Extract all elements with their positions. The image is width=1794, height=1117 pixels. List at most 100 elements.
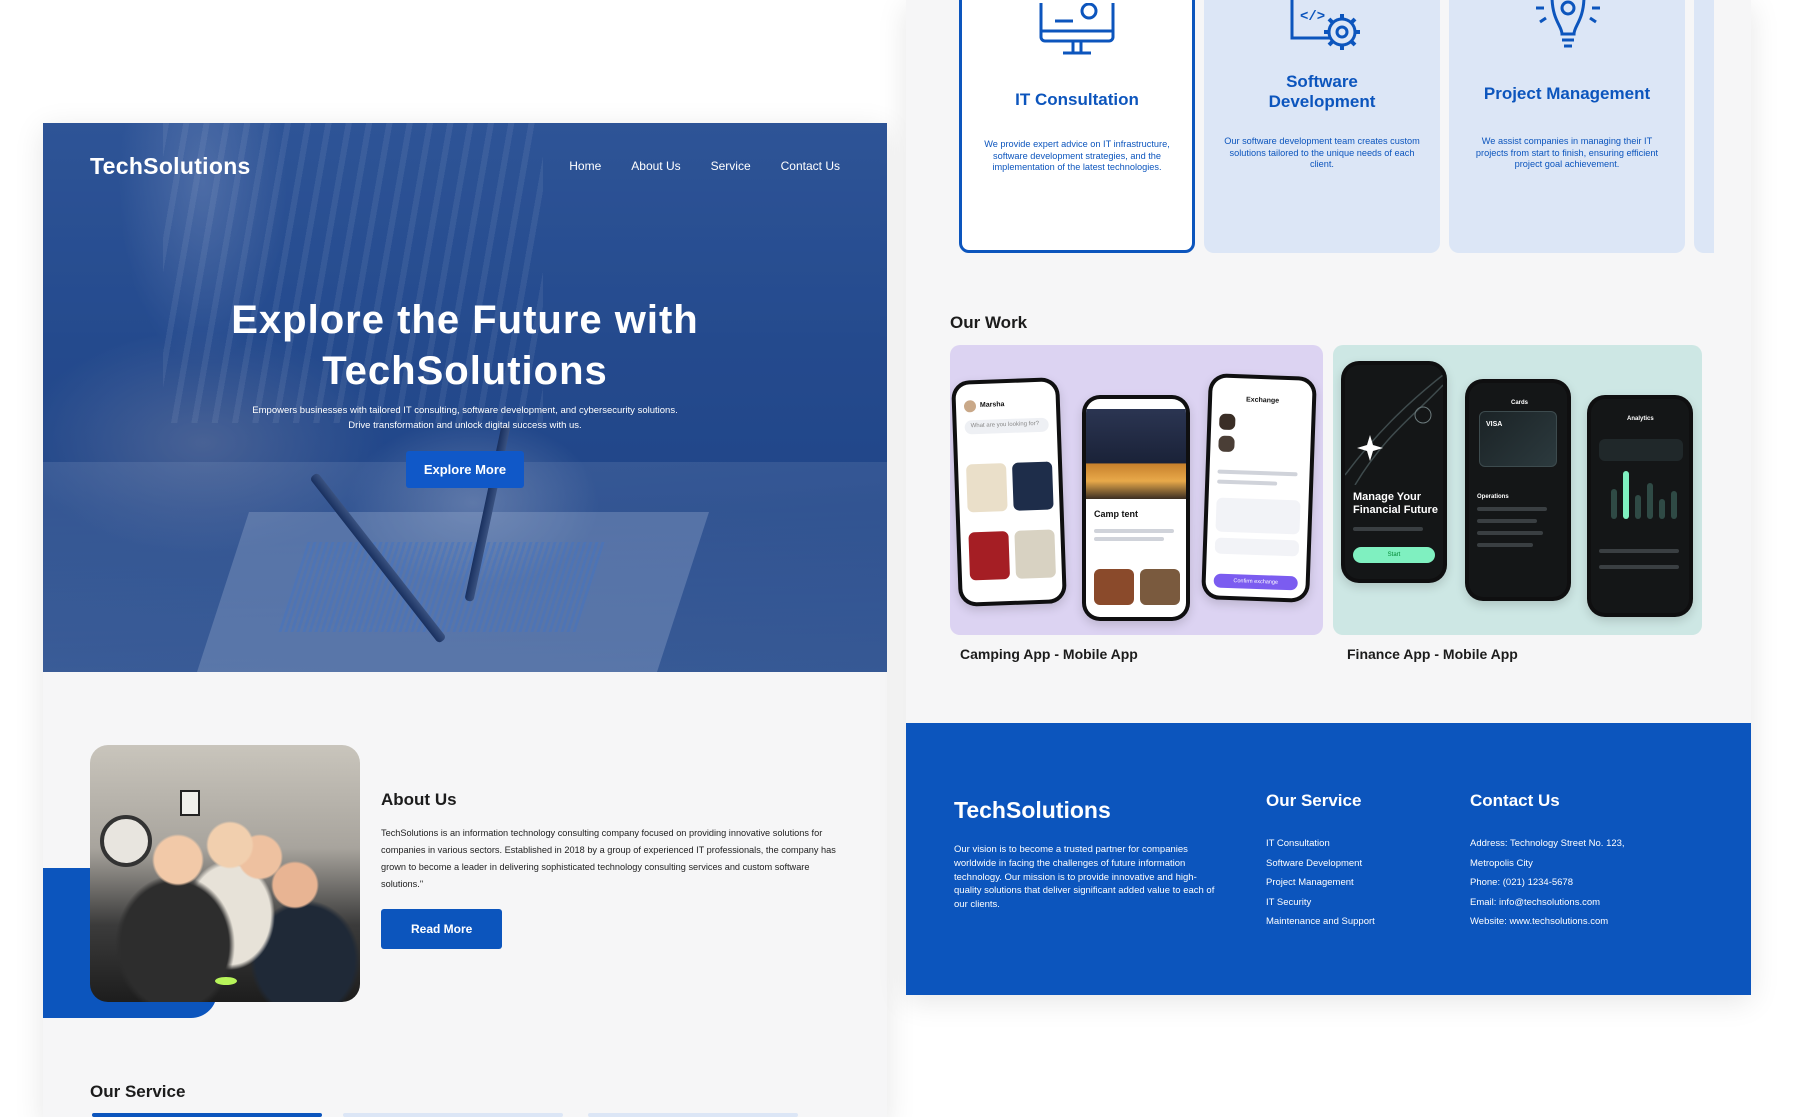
footer-service-list: IT Consultation Software Development Pro… xyxy=(1266,834,1375,932)
service-card-software-development[interactable]: </> Software Development Our software de… xyxy=(1204,0,1440,253)
svg-text:</>: </> xyxy=(1300,9,1325,25)
our-work-heading: Our Work xyxy=(950,313,1028,332)
nav-about[interactable]: About Us xyxy=(631,159,680,173)
explore-more-button[interactable]: Explore More xyxy=(405,451,525,488)
our-service-heading: Our Service xyxy=(90,1082,186,1101)
phone-screen: Camp tent xyxy=(1086,399,1186,617)
text-line xyxy=(1599,565,1679,569)
tent-image xyxy=(1086,409,1186,499)
work-label-finance[interactable]: Finance App - Mobile App xyxy=(1347,646,1518,662)
phone-mockup: Analytics xyxy=(1587,395,1693,617)
sparkle-graphic xyxy=(1345,375,1443,485)
footer-service-link[interactable]: IT Consultation xyxy=(1266,834,1375,854)
nav-service[interactable]: Service xyxy=(711,159,751,173)
about-section: About Us TechSolutions is an information… xyxy=(381,790,836,949)
about-team-photo xyxy=(90,745,360,1002)
hero-subtitle-line1: Empowers businesses with tailored IT con… xyxy=(252,405,678,416)
footer-website-label: Website: xyxy=(1470,916,1510,928)
phone-screen: Cards VISA Operations xyxy=(1469,383,1567,597)
footer-logo[interactable]: TechSolutions xyxy=(954,797,1111,824)
footer-service-link[interactable]: Software Development xyxy=(1266,854,1375,874)
greeting-text: Marsha xyxy=(979,401,1005,409)
visa-label: VISA xyxy=(1486,421,1503,428)
finance-headline: Manage Your Financial Future xyxy=(1353,491,1438,516)
work-card-camping[interactable]: Marsha What are you looking for? Camp te… xyxy=(950,345,1323,635)
cards-title: Cards xyxy=(1511,400,1529,406)
text-line xyxy=(1217,479,1278,486)
start-button: Start xyxy=(1353,547,1435,563)
text-line xyxy=(1477,531,1543,535)
footer-address-line1: Address: Technology Street No. 123, xyxy=(1470,838,1625,849)
search-field: What are you looking for? xyxy=(964,417,1049,435)
text-line xyxy=(1599,549,1679,553)
service-card-desc: We assist companies in managing their IT… xyxy=(1475,136,1659,169)
budget-box xyxy=(1599,439,1683,461)
lightbulb-gear-icon xyxy=(1536,0,1600,48)
service-card-title: Software Development xyxy=(1214,72,1430,112)
service-card-title: IT Consultation xyxy=(1015,90,1139,109)
service-card-border xyxy=(343,1113,563,1117)
text-line xyxy=(1353,527,1423,531)
hero-subtitle: Empowers businesses with tailored IT con… xyxy=(43,403,887,433)
phone-mockup: Manage Your Financial Future Start xyxy=(1341,361,1447,583)
product-title: Camp tent xyxy=(1094,509,1139,519)
nav-links: Home About Us Service Contact Us xyxy=(569,159,840,173)
wall-frame xyxy=(180,790,200,816)
about-body: TechSolutions is an information technolo… xyxy=(381,828,836,889)
hero-section: TechSolutions Home About Us Service Cont… xyxy=(43,123,887,672)
credit-card: VISA xyxy=(1479,411,1557,467)
phone-screen: Analytics xyxy=(1591,399,1689,613)
input-box xyxy=(1215,497,1301,535)
footer-service-link[interactable]: Project Management xyxy=(1266,873,1375,893)
product-tile xyxy=(968,531,1011,581)
footer-website-link[interactable]: www.techsolutions.com xyxy=(1509,916,1608,927)
hero-title: Explore the Future with TechSolutions xyxy=(43,295,887,397)
service-card-title-line2: Development xyxy=(1268,92,1376,111)
service-card-border xyxy=(588,1113,798,1117)
footer-phone: Phone: (021) 1234-5678 xyxy=(1470,877,1573,889)
service-card-border xyxy=(92,1113,322,1117)
phone-screen: Exchange Confirm exchange xyxy=(1205,377,1313,599)
text-line xyxy=(1477,507,1547,511)
analytics-bar xyxy=(1623,471,1629,519)
product-tile xyxy=(1011,461,1054,511)
service-card-it-consultation[interactable]: IT Consultation We provide expert advice… xyxy=(959,0,1195,253)
phone-screen: Manage Your Financial Future Start xyxy=(1345,365,1443,579)
analytics-bar xyxy=(1611,489,1617,519)
footer-service-link[interactable]: Maintenance and Support xyxy=(1266,912,1375,932)
monitor-gear-icon xyxy=(1039,3,1115,55)
text-line xyxy=(1094,537,1164,541)
site-logo[interactable]: TechSolutions xyxy=(90,153,251,180)
nav-home[interactable]: Home xyxy=(569,159,601,173)
table-light xyxy=(215,977,237,985)
work-card-finance[interactable]: Manage Your Financial Future Start Cards… xyxy=(1333,345,1702,635)
product-tile xyxy=(1094,569,1134,605)
analytics-title: Analytics xyxy=(1627,416,1654,422)
footer-contact-heading: Contact Us xyxy=(1470,791,1560,810)
input-box xyxy=(1214,537,1300,557)
footer-service-link[interactable]: IT Security xyxy=(1266,893,1375,913)
product-tile xyxy=(1140,569,1180,605)
analytics-bar xyxy=(1659,499,1665,519)
service-card-title-line1: Software xyxy=(1286,72,1358,91)
analytics-bar xyxy=(1671,491,1677,519)
product-tile xyxy=(966,463,1008,513)
about-title: About Us xyxy=(381,790,457,809)
read-more-button[interactable]: Read More xyxy=(381,909,503,949)
analytics-bar xyxy=(1635,495,1641,519)
navbar: TechSolutions Home About Us Service Cont… xyxy=(90,151,840,181)
service-card-desc: Our software development team creates cu… xyxy=(1224,136,1420,169)
product-thumb xyxy=(1219,413,1236,431)
service-card-partial xyxy=(1694,0,1714,253)
service-card-project-management[interactable]: Project Management We assist companies i… xyxy=(1449,0,1685,253)
nav-contact[interactable]: Contact Us xyxy=(781,159,840,173)
footer-service-heading: Our Service xyxy=(1266,791,1362,810)
work-label-camping[interactable]: Camping App - Mobile App xyxy=(960,646,1138,662)
operations-label: Operations xyxy=(1477,494,1509,500)
footer-website: Website: www.techsolutions.com xyxy=(1470,912,1625,932)
product-thumb xyxy=(1218,435,1235,453)
text-line xyxy=(1477,543,1533,547)
phone-screen: Marsha What are you looking for? xyxy=(955,381,1063,603)
hero-title-line1: Explore the Future with xyxy=(231,298,699,342)
exchange-title: Exchange xyxy=(1245,396,1280,405)
